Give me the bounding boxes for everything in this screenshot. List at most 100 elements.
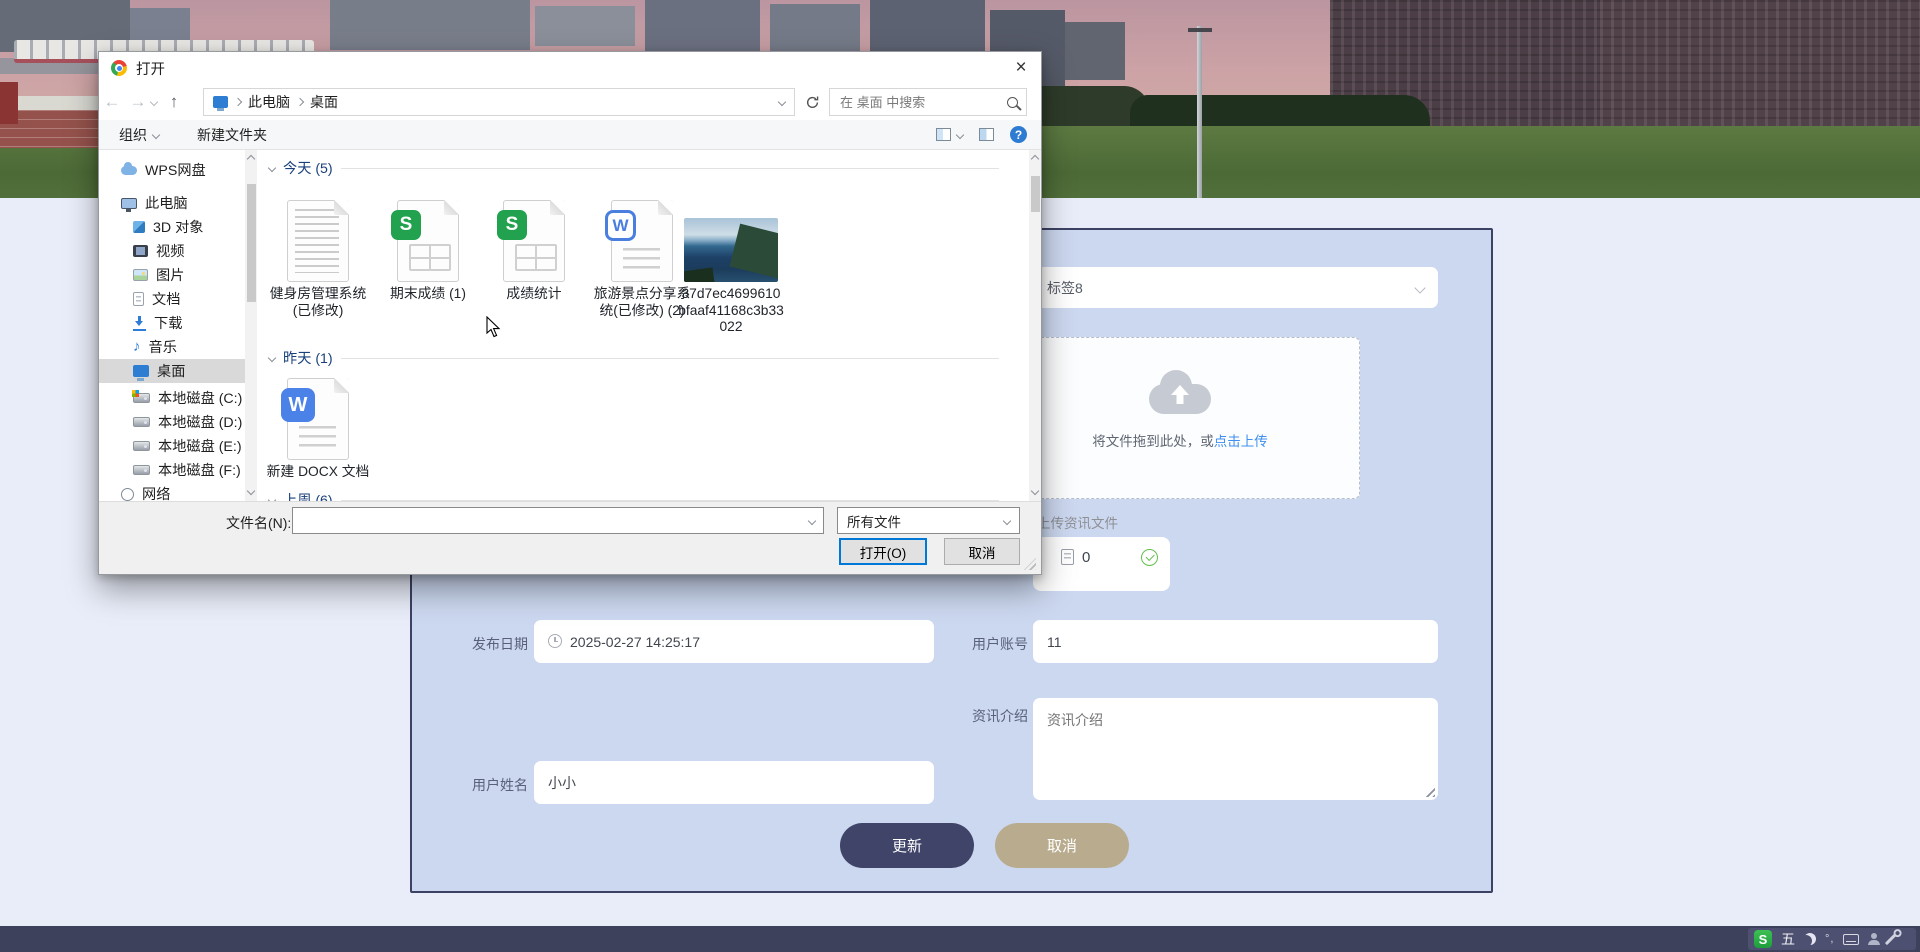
sidebar-item-disk-c[interactable]: 本地磁盘 (C:): [99, 386, 245, 410]
sidebar-item-documents[interactable]: 文档: [99, 287, 245, 311]
view-mode-button[interactable]: [936, 128, 963, 141]
document-icon: [1061, 549, 1074, 565]
scrollbar-thumb[interactable]: [1031, 176, 1040, 212]
history-dropdown-icon[interactable]: [150, 98, 158, 106]
sidebar-item-pictures[interactable]: 图片: [99, 263, 245, 287]
ime-wubi-indicator[interactable]: 五: [1781, 929, 1795, 949]
scrollbar-thumb[interactable]: [247, 184, 256, 302]
building-silhouette: [330, 0, 530, 50]
sidebar-item-downloads[interactable]: 下载: [99, 311, 245, 335]
dialog-footer: 文件名(N): 所有文件 打开(O) 取消: [99, 501, 1041, 574]
filename-label: 文件名(N):: [226, 513, 291, 533]
file-item[interactable]: S 成绩统计: [481, 180, 587, 303]
file-item[interactable]: W 新建 DOCX 文档: [265, 366, 371, 481]
desktop-icon: [213, 96, 228, 108]
sidebar-item-disk-e[interactable]: 本地磁盘 (E:): [99, 434, 245, 458]
building-silhouette: [770, 4, 860, 58]
sidebar-item-network[interactable]: 网络: [99, 482, 245, 501]
file-item[interactable]: 37d7ec4699610bfaaf41168c3b33022: [678, 180, 784, 336]
upload-dropzone[interactable]: 将文件拖到此处，或点击上传: [1000, 337, 1360, 499]
group-header-today[interactable]: 今天 (5): [269, 158, 999, 178]
scroll-up-icon[interactable]: [1031, 155, 1039, 163]
organize-button[interactable]: 组织: [119, 125, 159, 145]
intro-label: 资讯介绍: [962, 706, 1028, 726]
network-icon: [121, 488, 134, 501]
scroll-down-icon[interactable]: [247, 487, 255, 495]
new-folder-button[interactable]: 新建文件夹: [197, 125, 267, 145]
breadcrumb-this-pc[interactable]: 此电脑: [248, 92, 290, 112]
refresh-button[interactable]: [799, 88, 825, 116]
hard-disk-icon: [133, 393, 150, 403]
open-button[interactable]: 打开(O): [839, 538, 927, 565]
form-cancel-button[interactable]: 取消: [995, 823, 1129, 868]
close-button[interactable]: ×: [1001, 52, 1041, 84]
account-input[interactable]: [1033, 620, 1438, 663]
file-item[interactable]: S 期末成绩 (1): [375, 180, 481, 303]
scroll-up-icon[interactable]: [247, 155, 255, 163]
chevron-down-icon: [956, 130, 964, 138]
resize-grip[interactable]: [1024, 558, 1036, 570]
file-list-scrollbar[interactable]: [1029, 150, 1041, 501]
preview-pane-button[interactable]: [979, 128, 994, 141]
sidebar-item-desktop[interactable]: 桌面: [99, 359, 245, 383]
file-open-dialog: 打开 × ← → ↑ 此电脑 桌面: [98, 51, 1042, 575]
intro-textarea[interactable]: [1033, 698, 1438, 800]
uploaded-file-name: 0: [1082, 549, 1141, 566]
sidebar-item-disk-d[interactable]: 本地磁盘 (D:): [99, 410, 245, 434]
upload-click-link[interactable]: 点击上传: [1214, 434, 1268, 449]
cloud-icon: [121, 166, 137, 175]
update-button[interactable]: 更新: [840, 823, 974, 868]
file-item[interactable]: 健身房管理系统(已修改): [265, 180, 371, 319]
moon-icon[interactable]: [1804, 933, 1816, 945]
film-icon: [133, 245, 148, 257]
forward-button[interactable]: →: [125, 92, 151, 112]
system-tray: S 五 °,: [1748, 928, 1916, 950]
search-input[interactable]: [838, 94, 1007, 111]
wps-word-icon: W: [265, 366, 371, 460]
publish-date-input[interactable]: [534, 620, 934, 663]
filename-input[interactable]: [301, 512, 809, 529]
person-icon[interactable]: [1868, 933, 1880, 945]
filetype-select[interactable]: 所有文件: [837, 507, 1020, 534]
wps-tray-icon[interactable]: S: [1754, 930, 1772, 948]
collapse-icon[interactable]: [268, 354, 276, 362]
filename-combo[interactable]: [292, 507, 824, 534]
dialog-titlebar[interactable]: 打开 ×: [99, 52, 1041, 84]
chevron-down-icon[interactable]: [808, 516, 816, 524]
sidebar-item-wps-cloud[interactable]: WPS网盘: [99, 158, 245, 182]
breadcrumb-desktop[interactable]: 桌面: [310, 92, 338, 112]
uploaded-file-item[interactable]: 0: [1033, 537, 1170, 591]
help-button[interactable]: ?: [1010, 126, 1027, 143]
search-box[interactable]: [829, 88, 1027, 116]
desktop-icon: [133, 365, 149, 377]
group-header-lastweek[interactable]: 上周 (6): [269, 490, 999, 501]
back-button[interactable]: ←: [99, 92, 125, 112]
dialog-cancel-button[interactable]: 取消: [944, 538, 1020, 565]
breadcrumb[interactable]: 此电脑 桌面: [203, 88, 795, 116]
wrench-icon[interactable]: [1885, 933, 1896, 944]
wps-spreadsheet-icon: S: [481, 180, 587, 282]
username-input[interactable]: [534, 761, 934, 804]
sidebar-item-this-pc[interactable]: 此电脑: [99, 191, 245, 215]
chevron-down-icon: [1414, 282, 1425, 293]
help-icon: ?: [1010, 126, 1027, 143]
chevron-right-icon: [234, 98, 242, 106]
wps-spreadsheet-icon: S: [375, 180, 481, 282]
username-label: 用户姓名: [466, 775, 528, 795]
upload-drag-text: 将文件拖到此处，或点击上传: [1001, 430, 1359, 450]
group-header-yesterday[interactable]: 昨天 (1): [269, 348, 999, 368]
sidebar-item-music[interactable]: ♪音乐: [99, 335, 245, 359]
sidebar-item-videos[interactable]: 视频: [99, 239, 245, 263]
collapse-icon[interactable]: [268, 164, 276, 172]
sidebar-item-disk-f[interactable]: 本地磁盘 (F:): [99, 458, 245, 482]
keyboard-icon[interactable]: [1843, 934, 1859, 945]
up-button[interactable]: ↑: [161, 92, 187, 112]
address-dropdown-icon[interactable]: [778, 98, 786, 106]
mouse-cursor: [486, 316, 502, 343]
sidebar-scrollbar[interactable]: [245, 150, 257, 501]
sidebar-item-3d-objects[interactable]: 3D 对象: [99, 215, 245, 239]
screen: 标签8 将文件拖到此处，或点击上传 点击上传资讯文件 0 发布日期 用户账号: [0, 0, 1920, 952]
punctuation-indicator[interactable]: °,: [1825, 933, 1834, 945]
scroll-down-icon[interactable]: [1031, 487, 1039, 495]
tag-select[interactable]: 标签8: [1033, 267, 1438, 308]
